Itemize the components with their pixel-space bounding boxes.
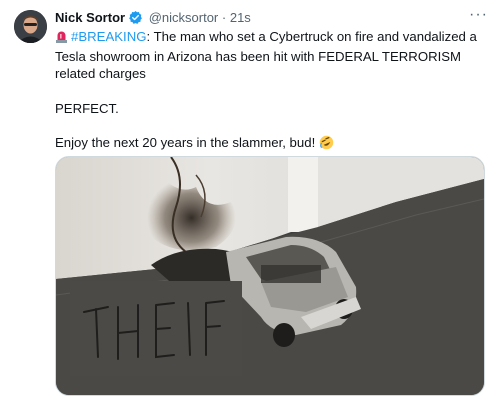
author-name[interactable]: Nick Sortor [55,10,125,25]
verified-badge-icon [128,10,143,29]
tweet-text: #BREAKING: The man who set a Cybertruck … [55,28,485,155]
tweet-text-line-3-text: Enjoy the next 20 years in the slammer, … [55,135,316,150]
separator-dot: · [221,10,227,25]
hashtag-breaking-link[interactable]: #BREAKING [71,29,147,44]
author-handle[interactable]: @nicksortor [149,10,219,25]
tweet-text-line-2: PERFECT. [55,100,119,116]
avatar[interactable] [14,10,47,43]
tweet-header: Nick Sortor @nicksortor · 21s [55,10,251,29]
more-options-icon[interactable]: ··· [469,6,488,24]
tweet-text-line-3: Enjoy the next 20 years in the slammer, … [55,134,485,155]
graffiti-text: THEIF [146,372,149,374]
tweet-text-line-1: #BREAKING: The man who set a Cybertruck … [55,28,485,83]
rolling-on-floor-laughing-emoji-icon [319,135,334,155]
tweet-media-image[interactable]: THEIF [55,156,485,396]
rotating-light-emoji-icon [55,29,68,48]
timestamp[interactable]: 21s [230,10,251,25]
tweet[interactable]: Nick Sortor @nicksortor · 21s ··· #BREAK… [0,0,500,401]
